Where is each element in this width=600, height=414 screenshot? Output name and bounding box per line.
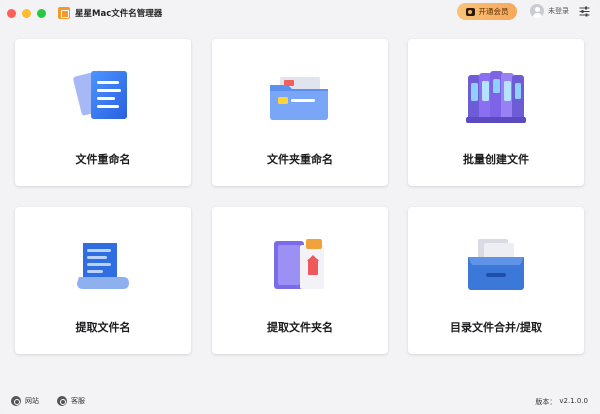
card-merge-extract[interactable]: 目录文件合并/提取 xyxy=(408,207,584,354)
close-window-button[interactable] xyxy=(7,8,16,18)
card-batch-create[interactable]: 批量创建文件 xyxy=(408,39,584,186)
window-controls xyxy=(7,8,46,18)
globe-icon xyxy=(11,396,21,406)
card-extract-file-names[interactable]: 提取文件名 xyxy=(15,207,191,354)
login-button[interactable]: 未登录 xyxy=(530,4,569,18)
folder-icon xyxy=(270,77,328,120)
card-file-rename-label: 文件重命名 xyxy=(75,153,131,166)
website-link[interactable]: 网站 xyxy=(11,396,39,406)
app-logo-icon xyxy=(58,7,70,19)
app-window: 星星Mac文件名管理器 开通会员 未登录 文件重命名 文件夹重命名 批量创建文件… xyxy=(0,0,600,414)
settings-sliders-icon[interactable] xyxy=(579,6,590,17)
vip-button[interactable]: 开通会员 xyxy=(457,3,517,20)
footer: 网站 客服 版本： v2.1.0.0 xyxy=(0,388,600,414)
card-extract-file-names-label: 提取文件名 xyxy=(75,321,131,334)
customer-service-link[interactable]: 客服 xyxy=(57,396,85,406)
documents-icon xyxy=(73,70,127,119)
card-extract-folder-names-label: 提取文件夹名 xyxy=(267,321,333,334)
book-folder-icon xyxy=(274,239,324,289)
card-file-rename[interactable]: 文件重命名 xyxy=(15,39,191,186)
card-merge-extract-label: 目录文件合并/提取 xyxy=(449,321,543,334)
version-info: 版本： v2.1.0.0 xyxy=(535,397,588,407)
card-batch-create-label: 批量创建文件 xyxy=(463,153,529,166)
chat-icon xyxy=(57,396,67,406)
card-folder-rename[interactable]: 文件夹重命名 xyxy=(212,39,388,186)
minimize-window-button[interactable] xyxy=(22,8,31,18)
scroll-document-icon xyxy=(77,243,129,289)
file-drawer-icon xyxy=(468,239,524,290)
version-value: v2.1.0.0 xyxy=(559,397,588,405)
card-extract-folder-names[interactable]: 提取文件夹名 xyxy=(212,207,388,354)
card-folder-rename-label: 文件夹重命名 xyxy=(267,153,333,166)
binders-icon xyxy=(466,71,526,123)
avatar-icon xyxy=(530,4,544,18)
camera-icon xyxy=(465,7,475,16)
vip-button-label: 开通会员 xyxy=(478,7,509,16)
feature-grid: 文件重命名 文件夹重命名 批量创建文件 提取文件名 提取文件夹名 目录文件合并/… xyxy=(15,39,587,355)
website-label: 网站 xyxy=(25,397,39,405)
service-label: 客服 xyxy=(71,397,85,405)
zoom-window-button[interactable] xyxy=(37,8,46,18)
login-label: 未登录 xyxy=(548,7,569,15)
version-label: 版本： xyxy=(535,398,557,406)
app-title: 星星Mac文件名管理器 xyxy=(75,9,163,19)
